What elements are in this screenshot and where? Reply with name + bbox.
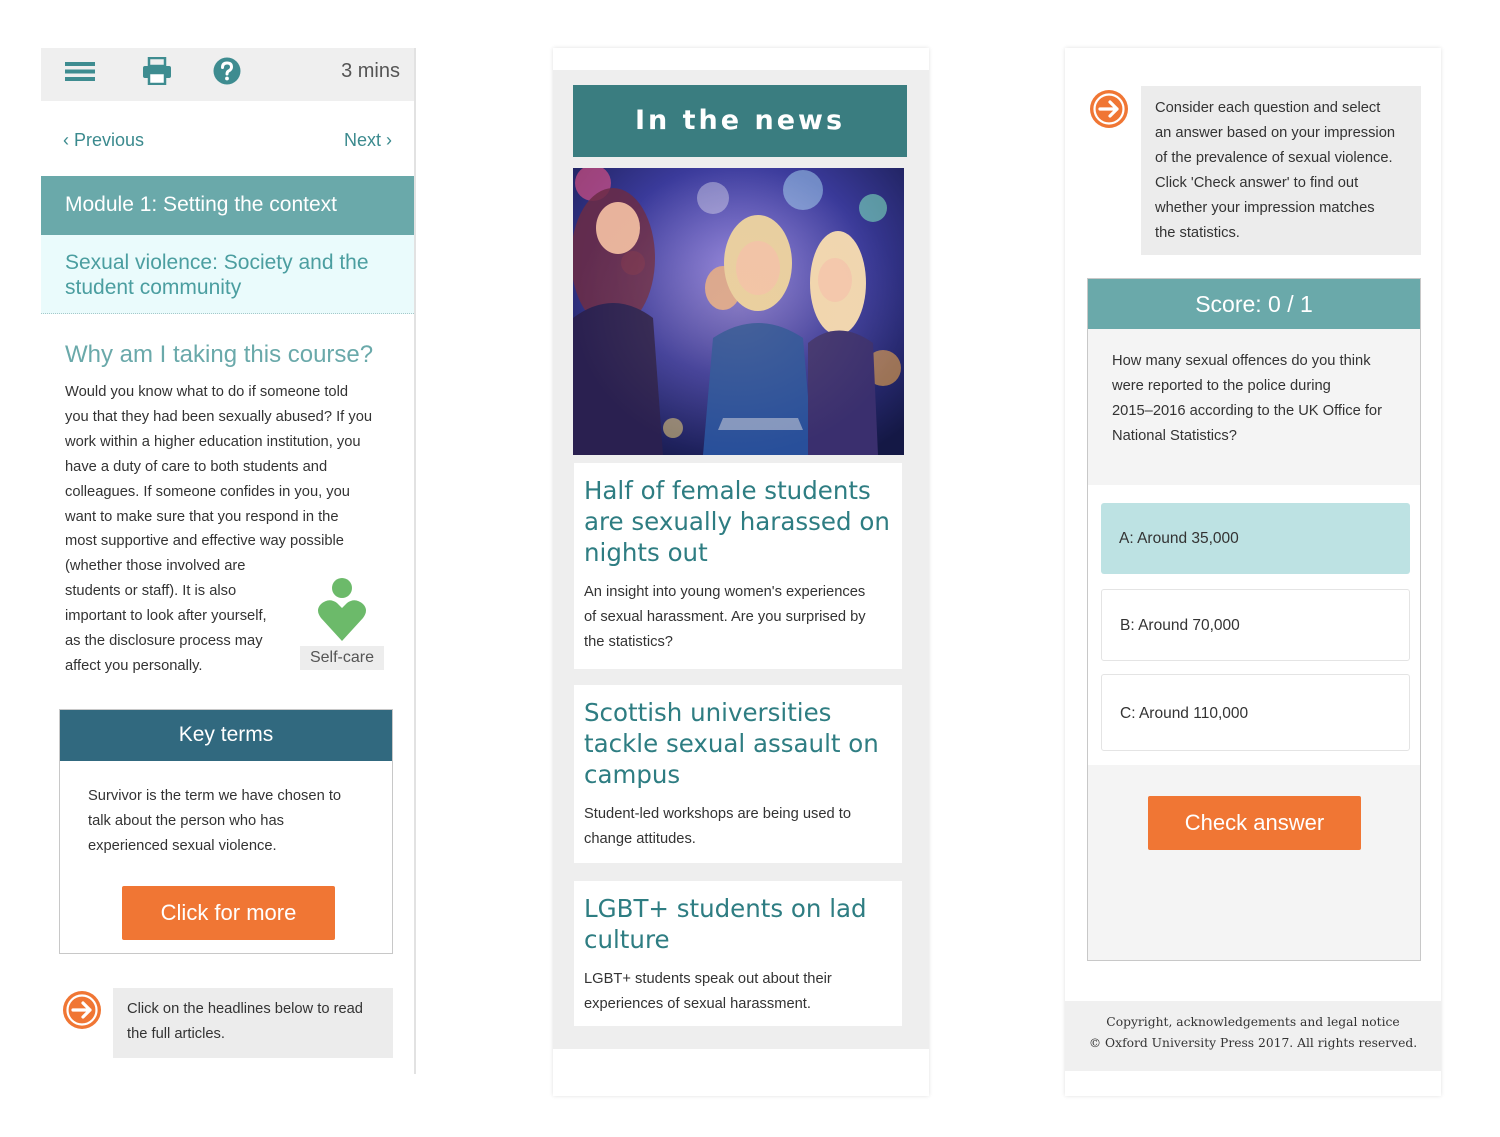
previous-label: Previous (74, 130, 145, 150)
news-article[interactable]: Scottish universities tackle sexual assa… (574, 685, 902, 863)
tip-line: whether your impression matches (1155, 199, 1375, 216)
summary-line: change attitudes. (584, 830, 696, 847)
chevron-right-icon: › (386, 130, 392, 150)
tip-line: of the prevalence of sexual violence. (1155, 149, 1393, 166)
key-terms-box: Key terms Survivor is the term we have c… (59, 709, 393, 954)
self-care-label: Self-care (300, 646, 384, 670)
menu-icon[interactable] (65, 62, 95, 81)
body-line: want to make sure that you respond in th… (65, 508, 339, 525)
tip-line: the statistics. (1155, 224, 1240, 241)
copyright-text: © Oxford University Press 2017. All righ… (1088, 1036, 1418, 1050)
self-care-button[interactable]: Self-care (300, 578, 384, 670)
headline-line: culture (584, 925, 670, 954)
question-line: How many sexual offences do you think (1112, 353, 1371, 369)
body-line: work within a higher education instituti… (65, 433, 361, 450)
summary-line: LGBT+ students speak out about their (584, 971, 832, 987)
news-article[interactable]: Half of female students are sexually har… (574, 463, 902, 669)
click-for-more-button[interactable]: Click for more (122, 886, 335, 940)
key-terms-heading: Key terms (60, 710, 392, 761)
body-line: Would you know what to do if someone tol… (65, 384, 349, 400)
toolbar: 3 mins (41, 48, 414, 101)
tip-line: Click on the headlines below to read (127, 1001, 363, 1017)
party-photo (573, 168, 904, 455)
body-line: colleagues. If someone confides in you, … (65, 483, 350, 500)
duration-label: 3 mins (341, 60, 400, 82)
news-article[interactable]: LGBT+ students on lad culture LGBT+ stud… (574, 881, 902, 1026)
article-summary: Student-led workshops are being used to … (584, 802, 892, 852)
article-summary: LGBT+ students speak out about their exp… (584, 967, 892, 1017)
self-care-heart-icon (318, 578, 366, 641)
summary-line: Student-led workshops are being used to (584, 806, 851, 822)
instruction-tip: Click on the headlines below to read the… (113, 988, 393, 1058)
summary-line: the statistics? (584, 633, 673, 650)
course-page-panel: 3 mins ‹ Previous Next › Module 1: Setti… (41, 48, 416, 1074)
tip-line: an answer based on your impression (1155, 124, 1396, 141)
section-heading: Why am I taking this course? (65, 341, 374, 368)
question-line: National Statistics? (1112, 427, 1237, 444)
help-icon[interactable] (213, 57, 241, 85)
module-title: Module 1: Setting the context (41, 176, 414, 235)
page-subtitle: Sexual violence: Society and the student… (41, 235, 414, 314)
body-line: you that they had been sexually abused? … (65, 408, 373, 425)
key-terms-line: talk about the person who has (88, 812, 284, 829)
key-terms-text: Survivor is the term we have chosen to t… (88, 784, 373, 859)
article-headline[interactable]: Half of female students are sexually har… (584, 475, 892, 568)
arrow-right-icon (1090, 90, 1128, 128)
print-icon[interactable] (142, 57, 172, 85)
key-terms-line: experienced sexual violence. (88, 837, 277, 854)
key-terms-line: Survivor is the term we have chosen to (88, 788, 342, 804)
next-label: Next (343, 130, 381, 150)
headline-line: LGBT+ students on lad (584, 894, 867, 923)
previous-link[interactable]: ‹ Previous (63, 130, 144, 151)
headline-line: campus (584, 760, 681, 789)
headline-line: are sexually harassed on (584, 507, 890, 536)
answer-option-c[interactable]: C: Around 110,000 (1101, 674, 1410, 751)
headline-line: Half of female students (584, 476, 871, 505)
check-answer-button[interactable]: Check answer (1148, 796, 1361, 850)
body-line: have a duty of care to both students and (65, 458, 328, 475)
quiz-panel: Consider each question and select an ans… (1065, 48, 1441, 1096)
headline-line: nights out (584, 538, 708, 567)
next-link[interactable]: Next › (344, 130, 392, 151)
summary-line: experiences of sexual harassment. (584, 995, 811, 1012)
question-line: 2015–2016 according to the UK Office for (1112, 402, 1382, 419)
quiz-box: Score: 0 / 1 How many sexual offences do… (1087, 278, 1421, 961)
news-heading: In the news (573, 85, 907, 157)
answer-option-b[interactable]: B: Around 70,000 (1101, 589, 1410, 661)
tip-line: Click 'Check answer' to find out (1155, 174, 1359, 191)
news-panel: In the news Half of female students are … (553, 48, 929, 1096)
headline-line: Scottish universities (584, 698, 832, 727)
body-line: most supportive and effective way possib… (65, 533, 344, 550)
answer-option-a[interactable]: A: Around 35,000 (1101, 503, 1410, 574)
quiz-question: How many sexual offences do you think we… (1112, 349, 1407, 449)
answer-list: A: Around 35,000 B: Around 70,000 C: Aro… (1088, 485, 1420, 765)
quiz-instructions: Consider each question and select an ans… (1141, 86, 1421, 255)
tip-line: the full articles. (127, 1025, 225, 1042)
summary-line: An insight into young women's experience… (584, 584, 866, 600)
question-line: were reported to the police during (1112, 377, 1331, 394)
arrow-right-icon (63, 991, 101, 1029)
chevron-left-icon: ‹ (63, 130, 69, 150)
article-headline[interactable]: LGBT+ students on lad culture (584, 893, 892, 955)
tip-line: Consider each question and select (1155, 100, 1381, 116)
news-content: In the news Half of female students are … (553, 70, 929, 1049)
footer: Copyright, acknowledgements and legal no… (1065, 1001, 1441, 1071)
article-headline[interactable]: Scottish universities tackle sexual assa… (584, 697, 892, 790)
legal-notice-link[interactable]: Copyright, acknowledgements and legal no… (1065, 1012, 1441, 1033)
score-label: Score: 0 / 1 (1088, 279, 1420, 329)
body-line: (whether those involved are (65, 558, 246, 575)
summary-line: of sexual harassment. Are you surprised … (584, 608, 866, 625)
headline-line: tackle sexual assault on (584, 729, 879, 758)
article-summary: An insight into young women's experience… (584, 580, 892, 655)
